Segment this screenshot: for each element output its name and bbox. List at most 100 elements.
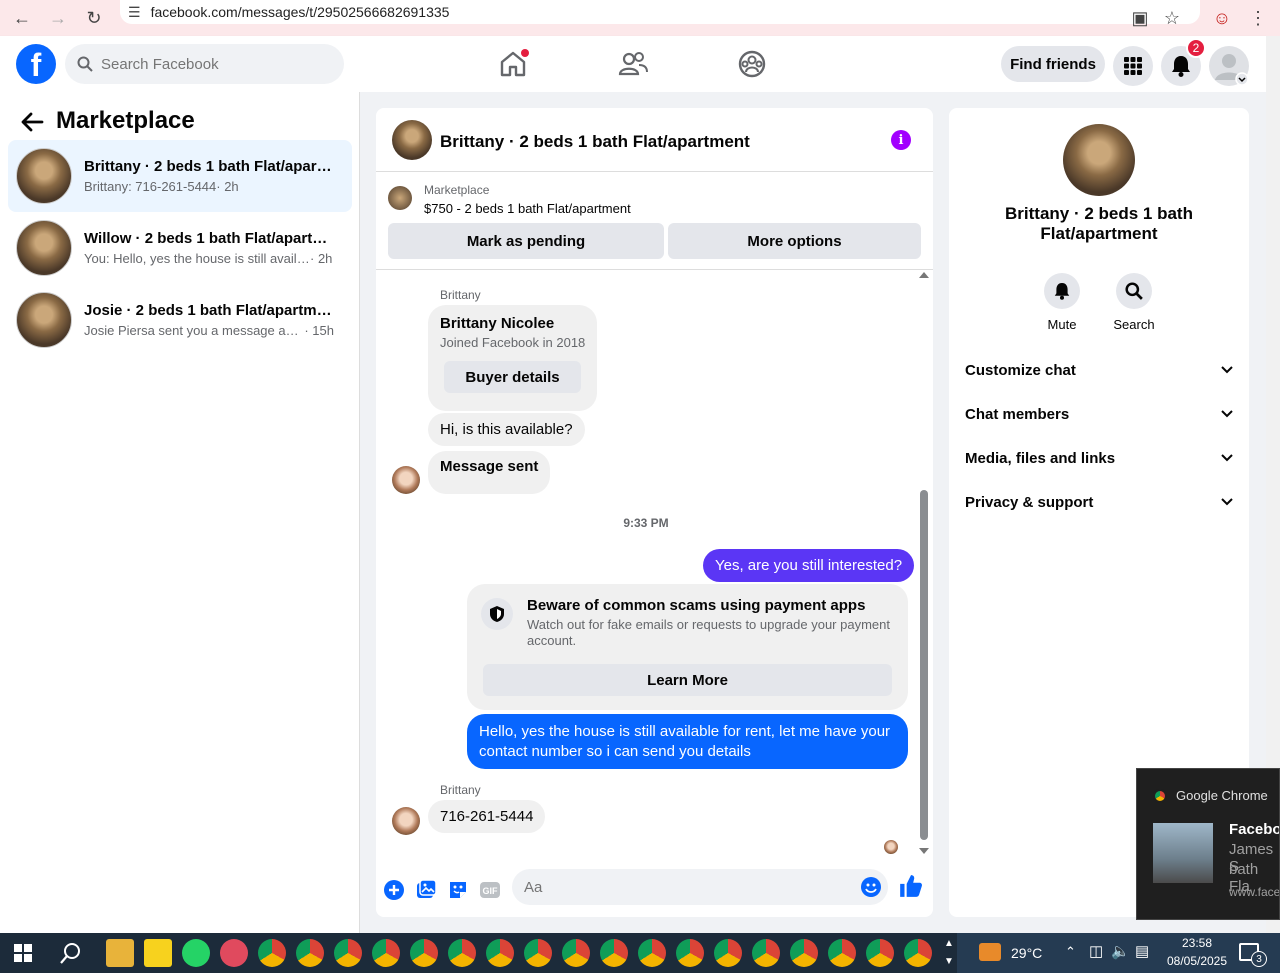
profile-icon[interactable]: ☺	[1208, 4, 1236, 32]
chat-header: Brittany · 2 beds 1 bath Flat/apartment …	[376, 108, 933, 172]
weather-icon[interactable]	[979, 943, 1001, 961]
conversation-item-josie[interactable]: Josie · 2 beds 1 bath Flat/apartment Jos…	[8, 284, 352, 356]
bookmark-star-icon[interactable]: ☆	[1158, 4, 1186, 32]
sender-name: Brittany	[440, 783, 481, 797]
details-avatar[interactable]	[1063, 124, 1135, 196]
chat-title[interactable]: Brittany · 2 beds 1 bath Flat/apartment	[440, 132, 750, 152]
chrome-logo-icon	[1153, 789, 1167, 803]
menu-kebab-icon[interactable]: ⋮	[1244, 4, 1272, 32]
chrome-icon[interactable]	[790, 939, 818, 967]
customize-chat-row[interactable]: Customize chat	[965, 348, 1233, 392]
address-bar[interactable]: ☰ facebook.com/messages/t/29502566682691…	[120, 0, 1200, 24]
forward-icon[interactable]: →	[44, 4, 72, 32]
conversation-item-willow[interactable]: Willow · 2 beds 1 bath Flat/apartm... Yo…	[8, 212, 352, 284]
learn-more-button[interactable]: Learn More	[483, 664, 892, 696]
incoming-message[interactable]: Hi, is this available?	[428, 413, 585, 446]
chrome-icon[interactable]	[524, 939, 552, 967]
info-icon[interactable]: i	[891, 130, 911, 150]
listing-price[interactable]: $750 - 2 beds 1 bath Flat/apartment	[424, 201, 631, 216]
chevron-down-icon	[1221, 410, 1233, 418]
chrome-icon[interactable]	[828, 939, 856, 967]
chrome-icon[interactable]	[410, 939, 438, 967]
volume-icon[interactable]: 🔈	[1111, 942, 1130, 960]
scroll-up-icon[interactable]	[919, 272, 929, 278]
incoming-message[interactable]: Message sent	[428, 451, 551, 494]
chat-avatar[interactable]	[392, 120, 432, 160]
network-icon[interactable]: ▤	[1135, 942, 1149, 960]
account-button[interactable]	[1209, 46, 1249, 86]
menu-button[interactable]	[1113, 46, 1153, 86]
chrome-icon[interactable]	[600, 939, 628, 967]
sender-avatar[interactable]	[392, 807, 420, 835]
emoji-icon[interactable]	[859, 875, 883, 899]
friends-icon[interactable]	[617, 48, 649, 80]
temperature[interactable]: 29°C	[1011, 945, 1042, 961]
chrome-icon[interactable]	[638, 939, 666, 967]
message-input[interactable]	[512, 869, 888, 905]
search-icon	[1125, 282, 1143, 300]
back-icon[interactable]: ←	[8, 4, 36, 32]
thumbs-up-icon[interactable]	[898, 873, 924, 899]
clock-date[interactable]: 08/05/2025	[1161, 954, 1233, 968]
buyer-details-button[interactable]: Buyer details	[444, 361, 581, 393]
mute-action[interactable]: Mute	[1032, 273, 1092, 332]
facebook-logo-icon[interactable]: f	[16, 44, 56, 84]
bell-icon	[1054, 283, 1070, 300]
home-icon[interactable]	[497, 48, 529, 80]
chrome-icon[interactable]	[258, 939, 286, 967]
app-icon[interactable]	[220, 939, 248, 967]
install-icon[interactable]: ▣	[1126, 4, 1154, 32]
listing-thumbnail[interactable]	[388, 186, 412, 210]
notification-image	[1153, 823, 1213, 883]
search-input[interactable]	[101, 55, 321, 73]
outgoing-message[interactable]: Yes, are you still interested?	[703, 549, 915, 582]
chrome-icon[interactable]	[904, 939, 932, 967]
mark-as-pending-button[interactable]: Mark as pending	[388, 223, 664, 259]
warning-body: Watch out for fake emails or requests to…	[527, 617, 890, 648]
windows-start-icon[interactable]	[14, 944, 32, 962]
chat-members-row[interactable]: Chat members	[965, 392, 1233, 436]
chrome-icon[interactable]	[372, 939, 400, 967]
privacy-support-row[interactable]: Privacy & support	[965, 480, 1233, 524]
conversation-item-brittany[interactable]: Brittany · 2 beds 1 bath Flat/apart... B…	[8, 140, 352, 212]
sticker-icon[interactable]	[446, 878, 470, 902]
buyer-profile-card: Brittany Nicolee Joined Facebook in 2018…	[428, 305, 597, 411]
search-box[interactable]	[65, 44, 344, 84]
chrome-icon[interactable]	[562, 939, 590, 967]
find-friends-button[interactable]: Find friends	[1001, 46, 1105, 82]
gif-icon[interactable]: GIF	[478, 878, 502, 902]
taskbar-search-icon[interactable]	[60, 942, 82, 964]
chrome-icon[interactable]	[866, 939, 894, 967]
search-action[interactable]: Search	[1104, 273, 1164, 332]
chrome-icon[interactable]	[752, 939, 780, 967]
file-explorer-icon[interactable]	[106, 939, 134, 967]
notification-count-badge: 3	[1251, 951, 1267, 967]
plus-icon[interactable]	[382, 878, 406, 902]
back-arrow-icon[interactable]	[18, 108, 46, 136]
chrome-icon[interactable]	[714, 939, 742, 967]
more-options-button[interactable]: More options	[668, 223, 921, 259]
chrome-icon[interactable]	[448, 939, 476, 967]
incoming-message[interactable]: 716-261-5444	[428, 800, 546, 833]
sender-avatar[interactable]	[392, 466, 420, 494]
whatsapp-icon[interactable]	[182, 939, 210, 967]
chrome-icon[interactable]	[334, 939, 362, 967]
clock-time[interactable]: 23:58	[1165, 936, 1229, 950]
chrome-icon[interactable]	[296, 939, 324, 967]
media-files-links-row[interactable]: Media, files and links	[965, 436, 1233, 480]
site-settings-icon[interactable]: ☰	[128, 4, 141, 21]
outgoing-message[interactable]: Hello, yes the house is still available …	[467, 714, 908, 769]
show-hidden-icons-icon[interactable]: ⌃	[1065, 944, 1076, 960]
reload-icon[interactable]: ↻	[80, 4, 108, 32]
chrome-notification[interactable]: Google Chrome Faceboo James S bath Fla w…	[1136, 768, 1280, 920]
photo-icon[interactable]	[414, 878, 438, 902]
chrome-icon[interactable]	[676, 939, 704, 967]
scroll-down-icon[interactable]	[919, 848, 929, 854]
search-label: Search	[1113, 317, 1155, 332]
groups-icon[interactable]	[736, 48, 768, 80]
taskbar-scroll-arrows-icon[interactable]: ▲ ▼	[944, 935, 954, 971]
scrollbar-thumb[interactable]	[920, 490, 928, 840]
sticky-notes-icon[interactable]	[144, 939, 172, 967]
meet-icon[interactable]: ◫	[1089, 942, 1103, 960]
chrome-icon[interactable]	[486, 939, 514, 967]
